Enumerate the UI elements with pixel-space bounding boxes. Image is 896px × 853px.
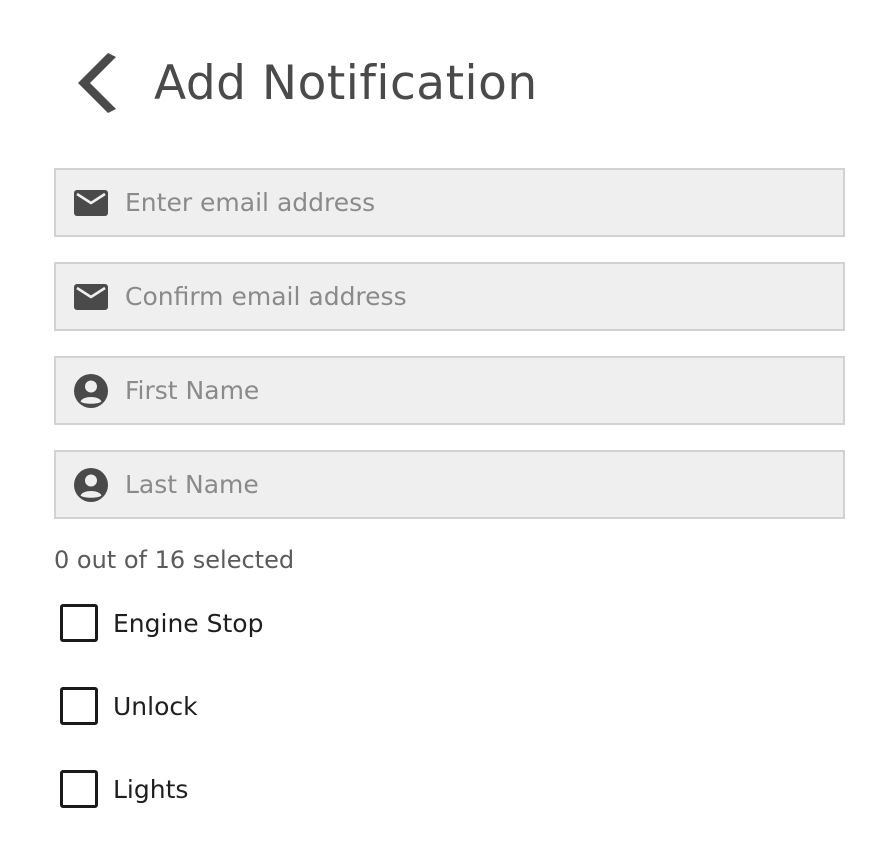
confirm-email-input[interactable] bbox=[125, 276, 843, 317]
envelope-icon bbox=[74, 186, 108, 220]
notification-form bbox=[54, 168, 845, 544]
option-label: Engine Stop bbox=[113, 608, 264, 638]
chevron-left-icon bbox=[78, 53, 116, 113]
email-input[interactable] bbox=[125, 182, 843, 223]
back-button[interactable] bbox=[76, 48, 126, 118]
last-name-field[interactable] bbox=[54, 450, 845, 519]
first-name-field[interactable] bbox=[54, 356, 845, 425]
option-lights[interactable]: Lights bbox=[60, 770, 263, 808]
account-circle-icon bbox=[74, 467, 108, 502]
confirm-email-field[interactable] bbox=[54, 262, 845, 331]
last-name-input[interactable] bbox=[125, 464, 843, 505]
account-circle-icon bbox=[74, 373, 108, 408]
envelope-icon bbox=[74, 280, 108, 314]
option-unlock[interactable]: Unlock bbox=[60, 687, 263, 725]
first-name-input[interactable] bbox=[125, 370, 843, 411]
page-title: Add Notification bbox=[154, 55, 538, 111]
lights-checkbox[interactable] bbox=[60, 770, 98, 808]
option-engine-stop[interactable]: Engine Stop bbox=[60, 604, 263, 642]
page-header: Add Notification bbox=[76, 48, 538, 118]
option-label: Unlock bbox=[113, 691, 198, 721]
selection-count: 0 out of 16 selected bbox=[54, 546, 295, 574]
option-label: Lights bbox=[113, 774, 189, 804]
notification-options: Engine Stop Unlock Lights bbox=[60, 604, 263, 853]
email-field[interactable] bbox=[54, 168, 845, 237]
engine-stop-checkbox[interactable] bbox=[60, 604, 98, 642]
unlock-checkbox[interactable] bbox=[60, 687, 98, 725]
